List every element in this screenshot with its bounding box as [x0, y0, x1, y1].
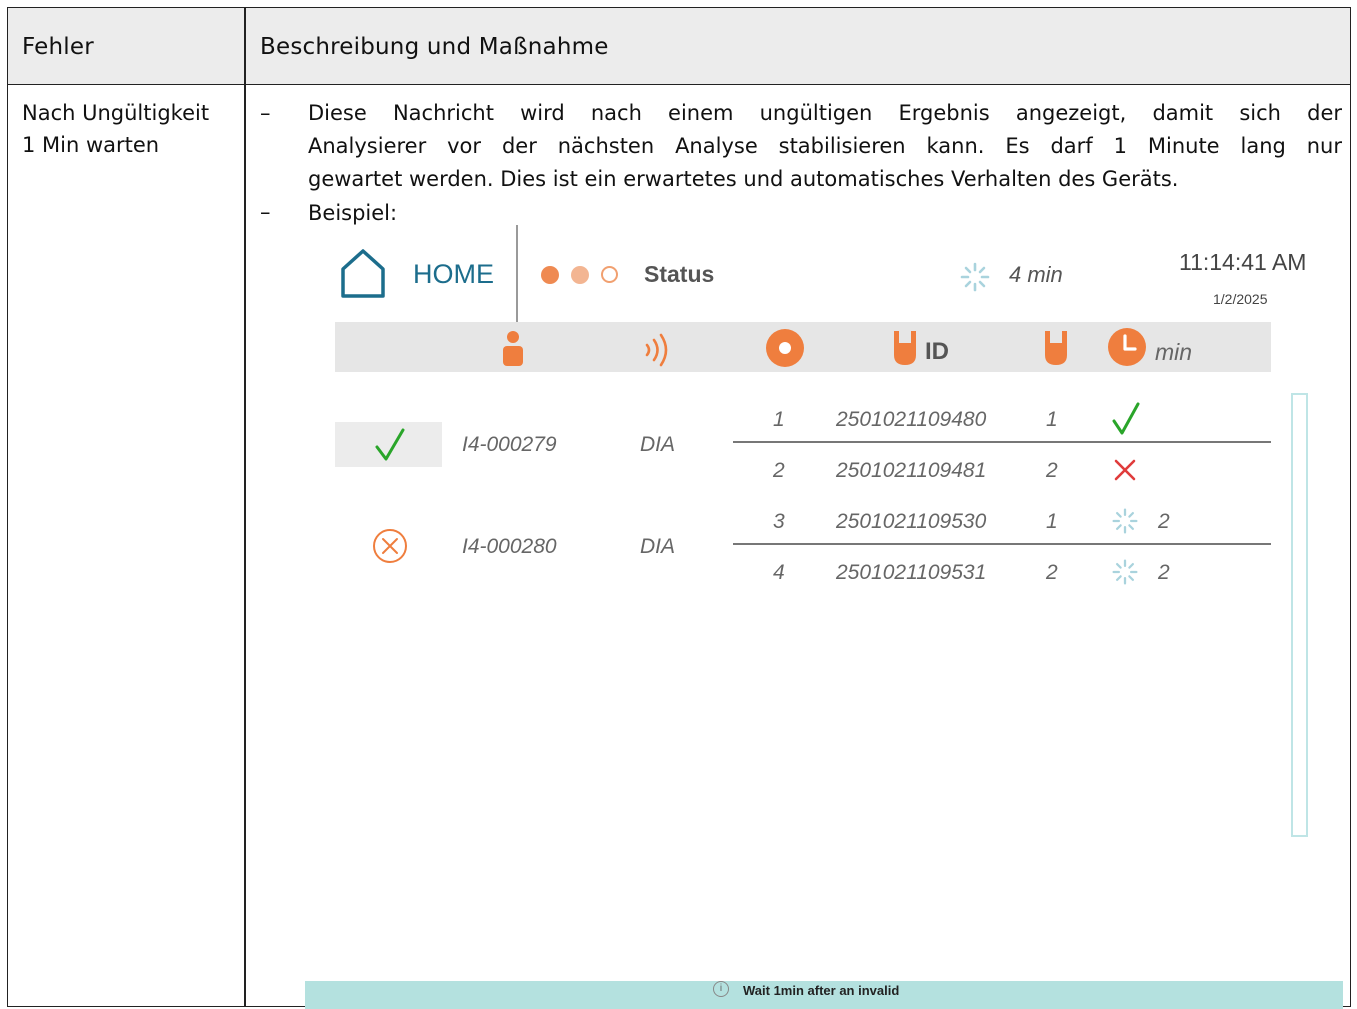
row-divider — [733, 543, 1271, 545]
status-label[interactable]: Status — [644, 261, 714, 288]
spinner-icon — [960, 262, 990, 292]
bullet-dash: – — [260, 101, 271, 125]
column-min: min — [1155, 339, 1193, 365]
description-line-1: Diese Nachricht wird nach einem ungültig… — [308, 101, 1342, 125]
test-position: 3 — [773, 510, 785, 533]
error-name-line2: 1 Min warten — [22, 133, 160, 157]
status-dot-3 — [601, 266, 618, 283]
test-position: 2 — [773, 459, 785, 482]
error-name-line1: Nach Ungültigkeit — [22, 101, 210, 125]
tube-icon — [1045, 331, 1067, 365]
tube-icon — [894, 331, 916, 365]
test-count: 2 — [1046, 459, 1058, 482]
circle-x-icon — [373, 529, 407, 563]
test-id[interactable]: 2501021109480 — [836, 408, 986, 432]
test-position: 4 — [773, 561, 785, 584]
spinner-icon — [1112, 559, 1138, 585]
clock: 11:14:41 AM — [1179, 249, 1307, 275]
test-id[interactable]: 2501021109531 — [836, 561, 986, 585]
header-error: Fehler — [22, 34, 94, 60]
home-label[interactable]: HOME — [413, 259, 494, 290]
header-separator — [516, 225, 518, 322]
check-icon — [1112, 402, 1140, 435]
signal-icon — [645, 333, 668, 367]
status-dot-2 — [571, 266, 589, 284]
column-id: ID — [925, 338, 949, 365]
check-icon — [375, 428, 405, 461]
header-description: Beschreibung und Maßnahme — [260, 34, 609, 60]
test-count: 1 — [1046, 408, 1058, 431]
test-count: 2 — [1046, 561, 1058, 584]
test-count: 1 — [1046, 510, 1058, 533]
info-icon: i — [713, 981, 729, 997]
bullet-dash: – — [260, 200, 271, 224]
cross-icon — [1114, 459, 1136, 481]
status-dot-1 — [541, 266, 559, 284]
remaining-time: 4 min — [1009, 262, 1063, 287]
test-id[interactable]: 2501021109530 — [836, 510, 986, 534]
column-divider — [244, 8, 246, 1006]
description-line-3: gewartet werden. Dies ist ein erwartetes… — [308, 167, 1179, 191]
error-name: Nach Ungültigkeit 1 Min warten — [22, 97, 209, 161]
table-header-row: Fehler Beschreibung und Maßnahme — [8, 8, 1350, 85]
test-position: 1 — [773, 408, 785, 431]
clock-icon — [1108, 328, 1146, 366]
spinner-icon — [1112, 508, 1138, 534]
description-line-2: Analysierer vor der nächsten Analyse sta… — [308, 134, 1342, 158]
sample-type: DIA — [640, 535, 676, 558]
wait-count: 2 — [1158, 510, 1170, 533]
scrollbar[interactable] — [1291, 393, 1308, 837]
home-icon[interactable] — [339, 247, 387, 299]
date: 1/2/2025 — [1213, 291, 1268, 307]
patient-id[interactable]: I4-000280 — [462, 535, 557, 559]
wait-count: 2 — [1158, 561, 1170, 584]
row-divider — [733, 441, 1271, 443]
device-screenshot: HOME Status 4 min 11:14:41 AM 1/2/2025 I — [305, 225, 1343, 1009]
sample-type: DIA — [640, 433, 676, 456]
disc-icon — [766, 329, 804, 367]
patient-id[interactable]: I4-000279 — [462, 433, 557, 457]
test-id[interactable]: 2501021109481 — [836, 459, 986, 483]
patient-icon — [503, 331, 523, 366]
banner-message: Wait 1min after an invalid — [743, 983, 900, 998]
